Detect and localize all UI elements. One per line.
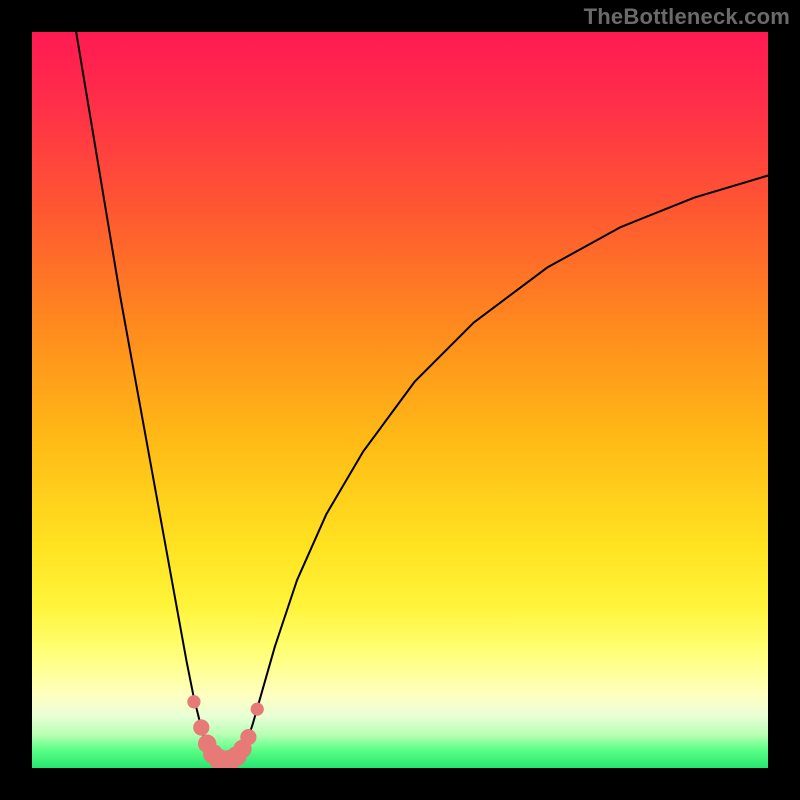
- outer-frame: TheBottleneck.com: [0, 0, 800, 800]
- highlight-dot: [193, 719, 209, 735]
- highlight-dot: [251, 703, 264, 716]
- watermark-text: TheBottleneck.com: [584, 4, 790, 30]
- plot-area: [32, 32, 768, 768]
- chart-svg: [32, 32, 768, 768]
- highlight-dots: [187, 695, 264, 768]
- bottleneck-curve: [76, 32, 768, 762]
- highlight-dot: [187, 695, 200, 708]
- highlight-dot: [240, 729, 256, 745]
